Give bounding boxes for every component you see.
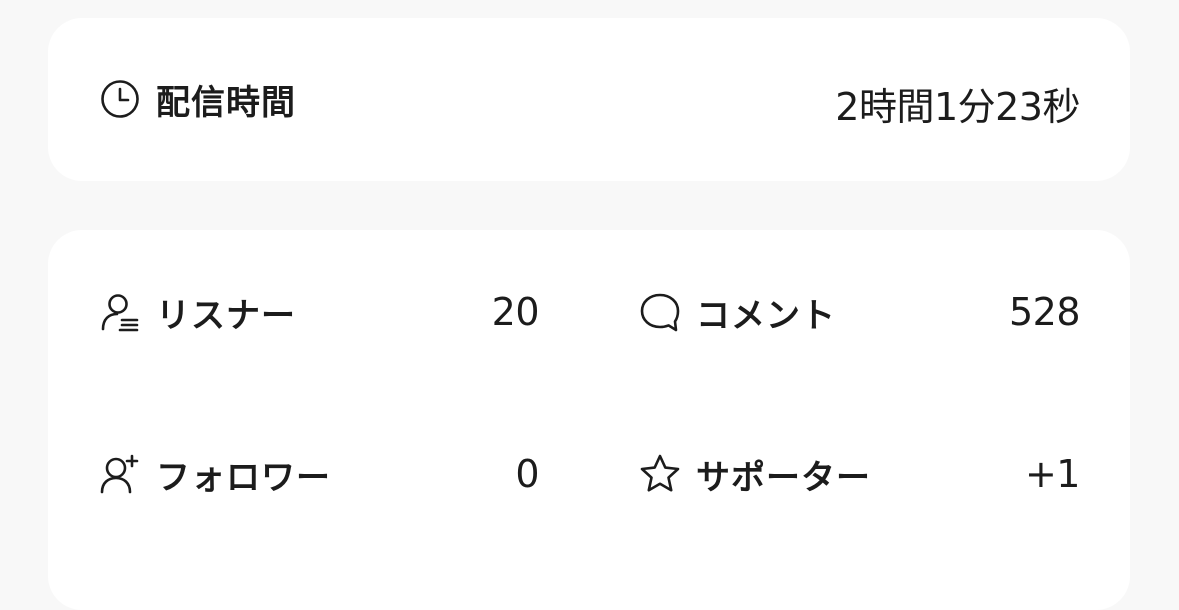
star-icon: [638, 452, 682, 496]
stream-duration-row: 配信時間: [98, 69, 296, 129]
stream-stats-card: リスナー 20 コメント 528 フォロワー 0 サポーター +1: [48, 230, 1130, 610]
stat-listeners-value: 20: [491, 290, 540, 334]
stat-supporters-value: +1: [1024, 452, 1081, 496]
stream-duration-label: 配信時間: [156, 82, 296, 123]
stat-supporters: サポーター: [638, 444, 871, 504]
stat-followers-value: 0: [515, 452, 539, 496]
stat-comments: コメント: [638, 282, 836, 342]
stat-followers: フォロワー: [98, 444, 331, 504]
stream-duration-value: 2時間1分23秒: [835, 85, 1080, 129]
stat-comments-label: コメント: [696, 295, 836, 336]
comment-bubble-icon: [638, 290, 682, 334]
stream-duration-card: 配信時間 2時間1分23秒: [48, 18, 1130, 181]
user-plus-icon: [98, 452, 142, 496]
stat-listeners-label: リスナー: [156, 295, 296, 336]
listener-icon: [98, 290, 142, 334]
stat-followers-label: フォロワー: [156, 457, 331, 498]
stat-supporters-label: サポーター: [696, 457, 871, 498]
clock-icon: [98, 77, 142, 121]
stat-listeners: リスナー: [98, 282, 296, 342]
stat-comments-value: 528: [1008, 290, 1081, 334]
